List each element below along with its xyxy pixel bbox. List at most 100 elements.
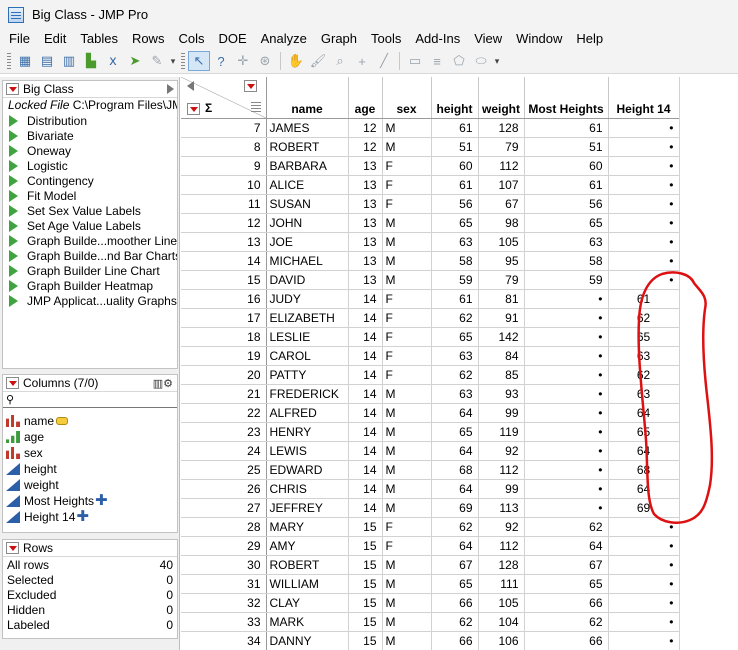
row-number[interactable]: 9 (181, 156, 267, 176)
cell-sex[interactable]: F (382, 346, 432, 366)
cell-age[interactable]: 14 (348, 365, 383, 385)
cell-name[interactable]: CHRIS (266, 479, 349, 499)
table-script-item[interactable]: Bivariate (3, 128, 177, 143)
table-row[interactable]: 7 JAMES 12 M 61 128 61 • (181, 118, 680, 138)
table-row[interactable]: 18 LESLIE 14 F 65 142 • 65 (181, 327, 680, 347)
cell-height[interactable]: 68 (431, 460, 479, 480)
cell-age[interactable]: 13 (348, 251, 383, 271)
cell-height-14[interactable]: • (608, 118, 680, 138)
table-row[interactable]: 20 PATTY 14 F 62 85 • 62 (181, 365, 680, 385)
cell-weight[interactable]: 112 (478, 536, 525, 556)
cell-height[interactable]: 65 (431, 213, 479, 233)
table-script-item[interactable]: Logistic (3, 158, 177, 173)
cell-age[interactable]: 13 (348, 270, 383, 290)
cell-sex[interactable]: F (382, 156, 432, 176)
column-list-item[interactable]: weight (3, 477, 177, 493)
menu-view[interactable]: View (467, 29, 509, 49)
run-script-icon[interactable] (9, 174, 18, 187)
column-header-sex[interactable]: sex (382, 77, 432, 119)
cell-height[interactable]: 56 (431, 194, 479, 214)
cell-name[interactable]: EDWARD (266, 460, 349, 480)
cell-height-14[interactable]: 64 (608, 441, 680, 461)
cell-name[interactable]: AMY (266, 536, 349, 556)
menu-analyze[interactable]: Analyze (254, 29, 314, 49)
cell-height[interactable]: 60 (431, 156, 479, 176)
cell-most-heights[interactable]: • (524, 346, 609, 366)
cell-height[interactable]: 63 (431, 346, 479, 366)
menu-file[interactable]: File (0, 29, 37, 49)
toolbar-grip-2[interactable] (181, 52, 185, 70)
menu-help[interactable]: Help (569, 29, 610, 49)
lines-icon[interactable]: ≡ (426, 51, 448, 71)
cell-most-heights[interactable]: 62 (524, 612, 609, 632)
cell-age[interactable]: 13 (348, 194, 383, 214)
cell-most-heights[interactable]: 56 (524, 194, 609, 214)
table-script-item[interactable]: Set Sex Value Labels (3, 203, 177, 218)
run-script-icon[interactable] (9, 159, 18, 172)
formula-icon[interactable]: ✚ (95, 493, 108, 508)
pencil-icon[interactable]: ✎ (146, 51, 168, 71)
cell-height[interactable]: 69 (431, 498, 479, 518)
cell-sex[interactable]: M (382, 631, 432, 650)
cell-sex[interactable]: F (382, 365, 432, 385)
cell-age[interactable]: 13 (348, 232, 383, 252)
distribution-icon[interactable]: ▙ (80, 51, 102, 71)
run-script-icon[interactable] (9, 144, 18, 157)
cell-name[interactable]: ROBERT (266, 137, 349, 157)
cell-name[interactable]: JOE (266, 232, 349, 252)
cell-age[interactable]: 15 (348, 631, 383, 650)
table-row[interactable]: 9 BARBARA 13 F 60 112 60 • (181, 156, 680, 176)
row-number[interactable]: 10 (181, 175, 267, 195)
cell-most-heights[interactable]: • (524, 403, 609, 423)
row-number[interactable]: 32 (181, 593, 267, 613)
cell-name[interactable]: JEFFREY (266, 498, 349, 518)
cell-height-14[interactable]: 65 (608, 327, 680, 347)
cell-height[interactable]: 64 (431, 536, 479, 556)
cell-name[interactable]: HENRY (266, 422, 349, 442)
run-script-icon[interactable] (9, 264, 18, 277)
table-row[interactable]: 31 WILLIAM 15 M 65 111 65 • (181, 574, 680, 594)
cell-weight[interactable]: 79 (478, 270, 525, 290)
zoom-icon[interactable]: ⌕ (329, 51, 351, 71)
cell-name[interactable]: WILLIAM (266, 574, 349, 594)
table-script-item[interactable]: Distribution (3, 113, 177, 128)
cell-name[interactable]: ALFRED (266, 403, 349, 423)
cell-weight[interactable]: 84 (478, 346, 525, 366)
table-row[interactable]: 34 DANNY 15 M 66 106 66 • (181, 631, 680, 650)
cell-sex[interactable]: F (382, 536, 432, 556)
row-number[interactable]: 28 (181, 517, 267, 537)
table-row[interactable]: 19 CAROL 14 F 63 84 • 63 (181, 346, 680, 366)
cell-height-14[interactable]: • (608, 574, 680, 594)
cell-most-heights[interactable]: 66 (524, 593, 609, 613)
grid-icon[interactable]: ▥ (58, 51, 80, 71)
cell-most-heights[interactable]: • (524, 441, 609, 461)
cell-name[interactable]: LEWIS (266, 441, 349, 461)
menu-tables[interactable]: Tables (73, 29, 125, 49)
cell-height-14[interactable]: 62 (608, 365, 680, 385)
cell-most-heights[interactable]: 61 (524, 175, 609, 195)
row-number[interactable]: 20 (181, 365, 267, 385)
row-number[interactable]: 25 (181, 460, 267, 480)
table-row[interactable]: 13 JOE 13 M 63 105 63 • (181, 232, 680, 252)
cell-name[interactable]: MARY (266, 517, 349, 537)
cell-weight[interactable]: 112 (478, 156, 525, 176)
row-number[interactable]: 34 (181, 631, 267, 650)
column-list-item[interactable]: Height 14 ✚ (3, 509, 177, 525)
cell-weight[interactable]: 112 (478, 460, 525, 480)
table-script-item[interactable]: Graph Builder Line Chart (3, 263, 177, 278)
table-script-item[interactable]: Contingency (3, 173, 177, 188)
cell-age[interactable]: 15 (348, 517, 383, 537)
row-number[interactable]: 19 (181, 346, 267, 366)
cell-name[interactable]: CLAY (266, 593, 349, 613)
collapse-left-icon[interactable] (187, 81, 194, 91)
menu-cols[interactable]: Cols (171, 29, 211, 49)
cell-sex[interactable]: F (382, 327, 432, 347)
cell-height-14[interactable]: • (608, 232, 680, 252)
cell-age[interactable]: 14 (348, 460, 383, 480)
cell-height-14[interactable]: 69 (608, 498, 680, 518)
cell-height-14[interactable]: • (608, 156, 680, 176)
cell-height[interactable]: 62 (431, 365, 479, 385)
column-search-row[interactable]: ⚲ (3, 392, 177, 408)
cell-height-14[interactable]: • (608, 612, 680, 632)
cell-sex[interactable]: F (382, 308, 432, 328)
